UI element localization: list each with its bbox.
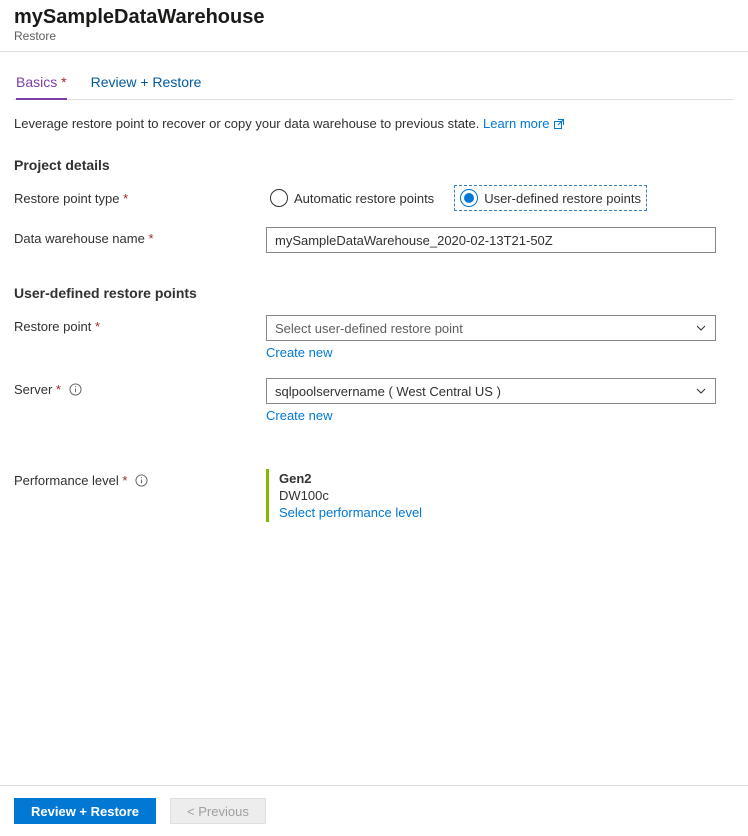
required-asterisk: * [57,74,66,90]
label-restore-point-text: Restore point [14,319,91,334]
radio-circle-icon [270,189,288,207]
tab-basics-label: Basics [16,74,57,90]
radio-user-defined-restore-points[interactable]: User-defined restore points [456,187,645,209]
page-title: mySampleDataWarehouse [14,6,734,29]
footer-bar: Review + Restore < Previous [0,785,748,836]
review-restore-button[interactable]: Review + Restore [14,798,156,824]
label-server: Server * [14,378,266,397]
chevron-down-icon [695,385,707,397]
label-server-text: Server [14,382,52,397]
server-value: sqlpoolservername ( West Central US ) [275,384,501,399]
external-link-icon [553,118,565,130]
required-asterisk: * [123,191,128,206]
radio-automatic-label: Automatic restore points [294,191,434,206]
page-subtitle: Restore [14,29,734,43]
radio-automatic-restore-points[interactable]: Automatic restore points [266,187,438,209]
radio-circle-icon [460,189,478,207]
label-restore-point-type-text: Restore point type [14,191,120,206]
chevron-down-icon [695,322,707,334]
intro-text: Leverage restore point to recover or cop… [14,116,734,131]
restore-point-placeholder: Select user-defined restore point [275,321,463,336]
label-restore-point-type: Restore point type * [14,187,266,206]
radio-group-restore-point-type: Automatic restore points User-defined re… [266,187,716,209]
header-divider [0,51,748,52]
label-data-warehouse-name-text: Data warehouse name [14,231,145,246]
data-warehouse-name-input[interactable] [266,227,716,253]
create-new-restore-point-link[interactable]: Create new [266,345,332,360]
label-performance-level-text: Performance level [14,473,119,488]
performance-level-box: Gen2 DW100c Select performance level [266,469,716,522]
label-restore-point: Restore point * [14,315,266,334]
intro-text-content: Leverage restore point to recover or cop… [14,116,483,131]
required-asterisk: * [148,231,153,246]
select-performance-level-link[interactable]: Select performance level [279,505,422,520]
info-icon[interactable] [135,474,148,487]
required-asterisk: * [122,473,127,488]
create-new-server-link[interactable]: Create new [266,408,332,423]
learn-more-label: Learn more [483,116,549,131]
info-icon[interactable] [69,383,82,396]
performance-level-value: DW100c [279,488,706,503]
required-asterisk: * [56,382,61,397]
tab-review-restore[interactable]: Review + Restore [91,70,202,99]
restore-point-select[interactable]: Select user-defined restore point [266,315,716,341]
radio-dot-icon [464,193,474,203]
label-performance-level: Performance level * [14,469,266,488]
previous-button[interactable]: < Previous [170,798,266,824]
label-data-warehouse-name: Data warehouse name * [14,227,266,246]
tab-basics[interactable]: Basics * [16,70,67,100]
tab-bar: Basics * Review + Restore [14,70,734,100]
required-asterisk: * [95,319,100,334]
server-select[interactable]: sqlpoolservername ( West Central US ) [266,378,716,404]
section-project-details: Project details [14,157,734,173]
radio-user-defined-label: User-defined restore points [484,191,641,206]
performance-tier: Gen2 [279,471,706,486]
learn-more-link[interactable]: Learn more [483,116,565,131]
section-user-defined-restore-points: User-defined restore points [14,285,734,301]
